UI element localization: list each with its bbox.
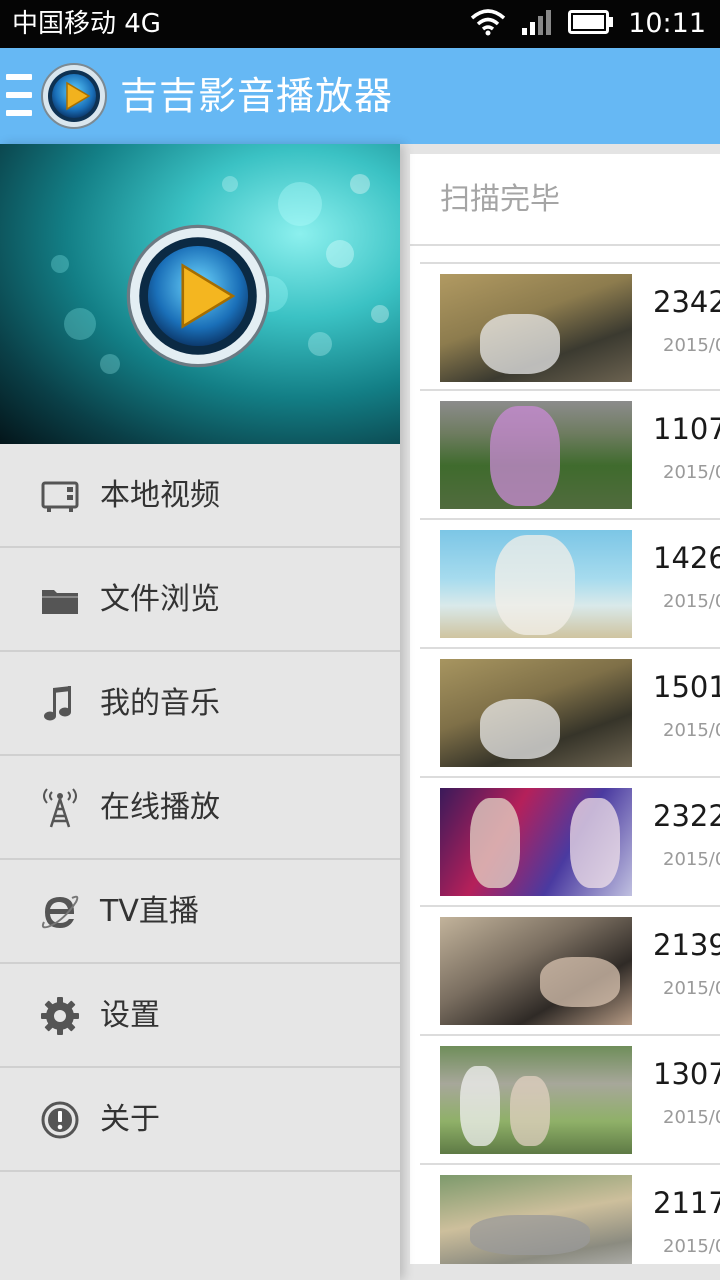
scan-status-header: 扫描完毕	[410, 154, 720, 246]
drawer-item-label: 在线播放	[100, 790, 220, 825]
hamburger-menu-icon[interactable]	[6, 74, 32, 118]
video-list: 2342 2015/0 1107 2015/0 1426 2015/0 1501…	[420, 262, 720, 1264]
video-thumbnail	[440, 530, 632, 638]
battery-icon	[568, 9, 614, 39]
status-bar: 中国移动 4G 10:11	[0, 0, 720, 48]
video-date: 2015/0	[663, 1107, 720, 1128]
status-icons: 10:11	[470, 6, 706, 42]
drawer-item-local-video[interactable]: 本地视频	[0, 444, 400, 548]
music-note-icon	[40, 684, 80, 724]
video-item[interactable]: 2139 2015/0	[420, 907, 720, 1036]
drawer-item-online-play[interactable]: 在线播放	[0, 756, 400, 860]
drawer-item-my-music[interactable]: 我的音乐	[0, 652, 400, 756]
wifi-icon	[470, 8, 506, 40]
video-date: 2015/0	[663, 591, 720, 612]
video-title: 1426	[653, 541, 720, 575]
tv-icon	[40, 476, 80, 516]
video-item[interactable]: 1107 2015/0	[420, 391, 720, 520]
video-date: 2015/0	[663, 1236, 720, 1257]
drawer-item-label: 设置	[100, 998, 160, 1033]
video-list-card: 扫描完毕 2342 2015/0 1107 2015/0 1426 2015/0…	[410, 154, 720, 1264]
video-title: 1107	[653, 412, 720, 446]
video-item[interactable]: 2322 2015/0	[420, 778, 720, 907]
gear-icon	[40, 996, 80, 1036]
carrier-label: 中国移动 4G	[12, 9, 161, 39]
ie-browser-icon	[40, 892, 80, 932]
video-thumbnail	[440, 401, 632, 509]
drawer-item-tv-live[interactable]: TV直播	[0, 860, 400, 964]
video-title: 2322	[653, 799, 720, 833]
navigation-drawer: 本地视频 文件浏览 我的音乐 在线播放 TV直播 设置 关于	[0, 144, 400, 1280]
video-list-panel: 扫描完毕 2342 2015/0 1107 2015/0 1426 2015/0…	[400, 144, 720, 1280]
signal-strength-icon	[520, 8, 554, 40]
app-bar: 吉吉影音播放器	[0, 48, 720, 144]
drawer-item-label: 我的音乐	[100, 686, 220, 721]
video-date: 2015/0	[663, 978, 720, 999]
app-title: 吉吉影音播放器	[120, 74, 394, 118]
drawer-item-label: 文件浏览	[100, 582, 220, 617]
folder-icon	[40, 580, 80, 620]
video-date: 2015/0	[663, 462, 720, 483]
video-title: 2117	[653, 1186, 720, 1220]
video-item[interactable]: 1426 2015/0	[420, 520, 720, 649]
drawer-item-settings[interactable]: 设置	[0, 964, 400, 1068]
drawer-item-file-browse[interactable]: 文件浏览	[0, 548, 400, 652]
video-date: 2015/0	[663, 720, 720, 741]
video-thumbnail	[440, 917, 632, 1025]
drawer-item-label: TV直播	[100, 894, 199, 929]
antenna-tower-icon	[40, 788, 80, 828]
player-logo-icon	[126, 224, 270, 368]
drawer-item-about[interactable]: 关于	[0, 1068, 400, 1172]
video-thumbnail	[440, 659, 632, 767]
drawer-banner	[0, 144, 400, 444]
app-screen: 中国移动 4G 10:11 吉吉影音播放器 扫描完毕 2342 2015/0 1…	[0, 0, 720, 1280]
clock: 10:11	[628, 8, 706, 39]
video-item[interactable]: 1501 2015/0	[420, 649, 720, 778]
app-logo-icon[interactable]	[40, 62, 108, 130]
video-title: 1307	[653, 1057, 720, 1091]
info-exclamation-icon	[40, 1100, 80, 1140]
video-item[interactable]: 2342 2015/0	[420, 262, 720, 391]
video-title: 2342	[653, 285, 720, 319]
video-item[interactable]: 1307 2015/0	[420, 1036, 720, 1165]
video-item[interactable]: 2117 2015/0	[420, 1165, 720, 1264]
drawer-menu: 本地视频 文件浏览 我的音乐 在线播放 TV直播 设置 关于	[0, 444, 400, 1172]
video-thumbnail	[440, 1046, 632, 1154]
drawer-item-label: 关于	[100, 1102, 160, 1137]
video-date: 2015/0	[663, 849, 720, 870]
drawer-item-label: 本地视频	[100, 478, 220, 513]
video-date: 2015/0	[663, 335, 720, 356]
video-thumbnail	[440, 1175, 632, 1264]
scan-status-text: 扫描完毕	[440, 182, 560, 217]
video-thumbnail	[440, 788, 632, 896]
video-thumbnail	[440, 274, 632, 382]
video-title: 2139	[653, 928, 720, 962]
video-title: 1501	[653, 670, 720, 704]
